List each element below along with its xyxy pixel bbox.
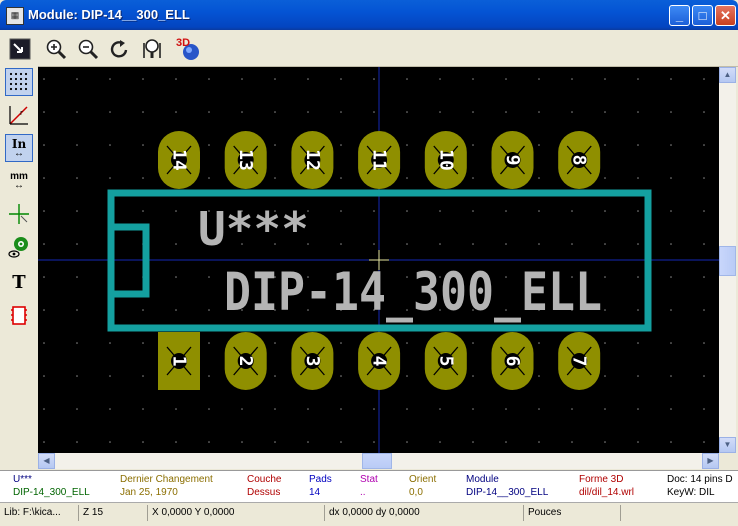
module-value-text: DIP-14_300_ELL <box>224 262 602 323</box>
zoom-out-icon <box>78 39 99 60</box>
pad-number-label: 10 <box>435 149 456 171</box>
module-outline-icon <box>11 306 27 325</box>
pad-number-label: 2 <box>235 356 256 367</box>
pad-number-label: 3 <box>302 356 323 367</box>
load-module-icon <box>9 38 31 60</box>
polar-coords-button[interactable]: r <box>5 101 33 129</box>
pad-number-label: 1 <box>169 356 190 367</box>
pad-number-label: 4 <box>369 356 390 367</box>
app-icon[interactable]: ▦ <box>6 7 24 25</box>
pad: 14 <box>158 131 200 189</box>
pad: 12 <box>291 131 334 189</box>
pad: 4 <box>358 332 401 390</box>
pad: 3 <box>291 332 334 390</box>
keywords-label: KeyW: DIL <box>667 487 715 498</box>
stat-value: .. <box>360 487 366 498</box>
pad-number-label: 12 <box>302 149 323 171</box>
status-empty-field <box>620 505 737 521</box>
scroll-right-button[interactable]: ▶ <box>702 453 719 469</box>
pad-number-label: 6 <box>502 356 523 367</box>
pad: 10 <box>424 131 467 189</box>
horizontal-scroll-thumb[interactable] <box>362 453 392 469</box>
layer-value: Dessus <box>247 487 281 498</box>
text-sketch-button[interactable]: T <box>5 268 33 296</box>
module-edges-sketch-button[interactable] <box>5 301 33 329</box>
status-library: Lib: F:\kica... <box>4 507 61 518</box>
last-change-label: Dernier Changement <box>120 474 213 485</box>
doc-label: Doc: 14 pins D <box>667 474 733 485</box>
pad: 8 <box>558 131 601 189</box>
status-absolute-coords: X 0,0000 Y 0,0000 <box>147 505 323 521</box>
scroll-up-button[interactable]: ▲ <box>719 67 736 83</box>
pad: 5 <box>424 332 467 390</box>
grid-icon <box>9 72 28 91</box>
scroll-left-button[interactable]: ◀ <box>38 453 55 469</box>
scroll-down-button[interactable]: ▼ <box>719 437 736 453</box>
reference-value: DIP-14_300_ELL <box>13 487 90 498</box>
pad-number-label: 5 <box>435 356 456 367</box>
cursor-shape-button[interactable] <box>5 200 33 228</box>
zoom-in-button[interactable] <box>44 37 68 61</box>
stat-label: Stat <box>360 474 378 485</box>
grid-toggle-button[interactable] <box>5 68 33 96</box>
layer-label: Couche <box>247 474 282 485</box>
units-inch-button[interactable]: In ↔ <box>5 134 33 162</box>
window-title: Module: DIP-14__300_ELL <box>28 7 190 22</box>
pad-number-label: 7 <box>569 356 590 367</box>
zoom-fit-icon <box>143 39 161 58</box>
pad: 1 <box>158 332 200 390</box>
pads-value: 14 <box>309 487 321 498</box>
pad-number-label: 13 <box>235 149 256 171</box>
last-change-value: Jan 25, 1970 <box>120 487 178 498</box>
pad-number-label: 11 <box>369 149 390 171</box>
pad: 7 <box>558 332 601 390</box>
orient-label: Orient <box>409 474 437 485</box>
status-relative-coords: dx 0,0000 dy 0,0000 <box>324 505 522 521</box>
close-button[interactable]: ✕ <box>715 5 736 26</box>
double-arrow-icon: ↔ <box>14 148 24 159</box>
pad: 6 <box>491 332 534 390</box>
scroll-corner <box>719 453 738 469</box>
module-reference-text: U*** <box>198 202 309 256</box>
pad: 13 <box>224 131 267 189</box>
status-zoom: Z 15 <box>78 505 146 521</box>
orient-value: 0,0 <box>409 487 423 498</box>
pad-eye-icon <box>8 237 28 258</box>
module-label: Module <box>466 474 499 485</box>
zoom-out-button[interactable] <box>76 37 100 61</box>
vertical-scroll-thumb[interactable] <box>719 246 736 276</box>
polar-coordinates-icon: r <box>9 106 28 125</box>
shape-3d-label: Forme 3D <box>579 474 624 485</box>
pad: 2 <box>224 332 267 390</box>
footprint-view: 14 13 12 11 10 9 8 1234567 U*** DIP-14_300_ELL <box>38 67 719 453</box>
maximize-button[interactable]: □ <box>692 5 713 26</box>
status-units: Pouces <box>523 505 619 521</box>
double-arrow-icon: ↔ <box>14 180 24 191</box>
pad-number-label: 9 <box>502 155 523 166</box>
shape-3d-value: dil/dil_14.wrl <box>579 487 635 498</box>
units-mm-button[interactable]: mm ↔ <box>5 167 33 195</box>
pads-label: Pads <box>309 474 332 485</box>
pad: 9 <box>491 131 534 189</box>
crosshair-cursor-icon <box>9 204 29 224</box>
pad-number-label: 8 <box>569 155 590 166</box>
reference-label: U*** <box>13 474 32 485</box>
drawing-canvas[interactable]: 14 13 12 11 10 9 8 1234567 U*** DIP-14_300_ELL <box>38 67 719 453</box>
module-value: DIP-14__300_ELL <box>466 487 549 498</box>
pad-sketch-button[interactable] <box>5 233 33 261</box>
redraw-icon <box>110 40 128 58</box>
3d-label: 3D <box>176 37 191 49</box>
redraw-button[interactable] <box>108 37 132 61</box>
zoom-fit-button[interactable] <box>140 37 164 61</box>
minimize-button[interactable]: _ <box>669 5 690 26</box>
svg-text:r: r <box>20 109 23 117</box>
zoom-in-icon <box>46 39 67 60</box>
load-module-button[interactable] <box>8 37 32 61</box>
pad-number-label: 14 <box>169 149 190 171</box>
pad: 11 <box>358 131 401 189</box>
